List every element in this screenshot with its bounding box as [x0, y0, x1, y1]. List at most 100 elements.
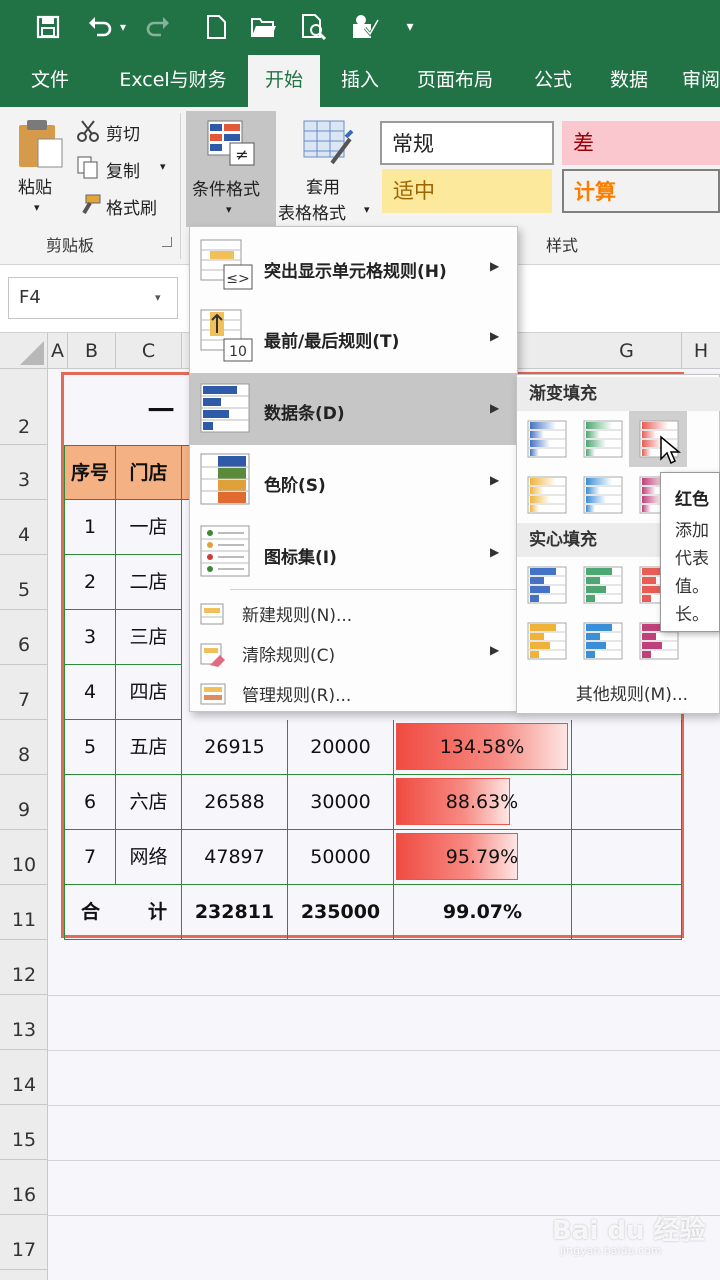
paste-dropdown-icon[interactable]: ▾	[34, 201, 40, 214]
row-header[interactable]: 3	[0, 445, 48, 500]
table-cell[interactable]	[572, 885, 682, 940]
tab-page-layout[interactable]: 页面布局	[400, 55, 510, 107]
table-cell[interactable]: 47897	[182, 830, 288, 885]
table-cell[interactable]	[572, 775, 682, 830]
row-header[interactable]: 12	[0, 940, 48, 995]
table-format-button[interactable]: 表格格式	[278, 199, 346, 224]
row-header[interactable]: 7	[0, 665, 48, 720]
row-header[interactable]: 17	[0, 1215, 48, 1270]
tab-home[interactable]: 开始	[248, 55, 320, 107]
menu-item-highlight-rules[interactable]: ≤> 突出显示单元格规则(H) ▶	[190, 229, 517, 301]
style-normal[interactable]: 常规	[380, 121, 554, 165]
undo-dropdown-icon[interactable]: ▾	[116, 10, 130, 44]
column-header-h[interactable]: H	[682, 333, 720, 369]
menu-item-data-bars[interactable]: 数据条(D) ▶	[190, 373, 517, 445]
new-file-icon[interactable]	[200, 10, 232, 44]
table-cell[interactable]: 50000	[288, 830, 394, 885]
table-cell[interactable]: 6	[64, 775, 116, 830]
spell-check-icon[interactable]	[348, 10, 382, 44]
solid-data-bar-option-icon[interactable]	[583, 621, 623, 661]
total-label[interactable]: 计	[116, 885, 182, 940]
row-header[interactable]: 16	[0, 1160, 48, 1215]
style-bad[interactable]: 差	[562, 121, 720, 165]
table-cell[interactable]: 1	[64, 500, 116, 555]
copy-dropdown-icon[interactable]: ▾	[160, 160, 166, 173]
row-header[interactable]: 9	[0, 775, 48, 830]
total-rate[interactable]: 99.07%	[394, 885, 572, 940]
solid-data-bar-option-icon[interactable]	[527, 565, 567, 605]
table-format-icon[interactable]	[302, 119, 354, 167]
undo-icon[interactable]	[82, 10, 118, 44]
copy-button[interactable]: 复制	[106, 157, 140, 182]
table-cell[interactable]: 7	[64, 830, 116, 885]
total-label[interactable]: 合	[64, 885, 116, 940]
print-preview-icon[interactable]	[297, 10, 331, 44]
row-header[interactable]: 15	[0, 1105, 48, 1160]
menu-item-color-scales[interactable]: 色阶(S) ▶	[190, 445, 517, 517]
name-box[interactable]: F4 ▾	[8, 277, 178, 319]
menu-item-clear-rules[interactable]: 清除规则(C) ▶	[190, 635, 517, 675]
tab-file[interactable]: 文件	[10, 55, 90, 107]
menu-item-top-bottom-rules[interactable]: 10 最前/最后规则(T) ▶	[190, 301, 517, 373]
row-header[interactable]: 11	[0, 885, 48, 940]
tab-insert[interactable]: 插入	[326, 55, 394, 107]
rate-cell[interactable]: 88.63%	[394, 775, 572, 830]
table-cell[interactable]: 4	[64, 665, 116, 720]
tab-formulas[interactable]: 公式	[518, 55, 588, 107]
row-header[interactable]: 4	[0, 500, 48, 555]
table-cell[interactable]: 四店	[116, 665, 182, 720]
save-icon[interactable]	[30, 10, 66, 44]
gradient-data-bar-option-icon[interactable]	[527, 475, 567, 515]
table-cell[interactable]: 20000	[288, 720, 394, 775]
total-actual[interactable]: 232811	[182, 885, 288, 940]
table-cell[interactable]: 六店	[116, 775, 182, 830]
row-header[interactable]: 8	[0, 720, 48, 775]
format-painter-button[interactable]: 格式刷	[106, 194, 157, 219]
menu-item-icon-sets[interactable]: 图标集(I) ▶	[190, 517, 517, 589]
tab-data[interactable]: 数据	[594, 55, 664, 107]
select-all-corner[interactable]	[0, 333, 48, 369]
row-header[interactable]: 10	[0, 830, 48, 885]
style-calculation[interactable]: 计算	[562, 169, 720, 213]
header-cell[interactable]: 门店	[116, 445, 182, 500]
customize-toolbar-icon[interactable]: ▾	[400, 10, 420, 44]
row-header[interactable]: 14	[0, 1050, 48, 1105]
gradient-data-bar-option-icon[interactable]	[527, 419, 567, 459]
column-header-b[interactable]: B	[68, 333, 116, 369]
table-format-dropdown-icon[interactable]: ▾	[364, 203, 370, 216]
column-header-g[interactable]: G	[572, 333, 682, 369]
more-rules-item[interactable]: 其他规则(M)...	[517, 681, 720, 713]
menu-item-new-rule[interactable]: 新建规则(N)...	[190, 595, 517, 635]
table-cell[interactable]: 3	[64, 610, 116, 665]
tab-review[interactable]: 审阅	[672, 55, 720, 107]
table-cell[interactable]	[572, 720, 682, 775]
table-cell[interactable]	[572, 830, 682, 885]
menu-item-manage-rules[interactable]: 管理规则(R)...	[190, 675, 517, 715]
redo-icon[interactable]	[140, 10, 176, 44]
open-folder-icon[interactable]	[248, 10, 280, 44]
table-cell[interactable]: 30000	[288, 775, 394, 830]
solid-data-bar-option-icon[interactable]	[583, 565, 623, 605]
table-cell[interactable]: 2	[64, 555, 116, 610]
table-cell[interactable]: 26588	[182, 775, 288, 830]
gradient-data-bar-option-icon[interactable]	[583, 419, 623, 459]
column-header-a[interactable]: A	[48, 333, 68, 369]
row-header[interactable]: 13	[0, 995, 48, 1050]
solid-data-bar-option-icon[interactable]	[527, 621, 567, 661]
table-format-label-1[interactable]: 套用	[306, 173, 340, 198]
conditional-format-button[interactable]: ≠ 条件格式 ▾	[186, 111, 276, 227]
table-cell[interactable]: 二店	[116, 555, 182, 610]
column-header-c[interactable]: C	[116, 333, 182, 369]
gradient-data-bar-option-icon[interactable]	[583, 475, 623, 515]
row-header[interactable]: 6	[0, 610, 48, 665]
table-cell[interactable]: 一店	[116, 500, 182, 555]
style-neutral[interactable]: 适中	[382, 169, 552, 213]
rate-cell[interactable]: 134.58%	[394, 720, 572, 775]
row-header[interactable]: 5	[0, 555, 48, 610]
table-cell[interactable]: 网络	[116, 830, 182, 885]
clipboard-launcher-icon[interactable]	[162, 237, 172, 247]
row-header[interactable]: 2	[0, 369, 48, 445]
clipboard-icon[interactable]	[16, 117, 66, 169]
paste-button[interactable]: 粘贴	[18, 173, 52, 198]
tab-excel-finance[interactable]: Excel与财务	[104, 55, 242, 107]
